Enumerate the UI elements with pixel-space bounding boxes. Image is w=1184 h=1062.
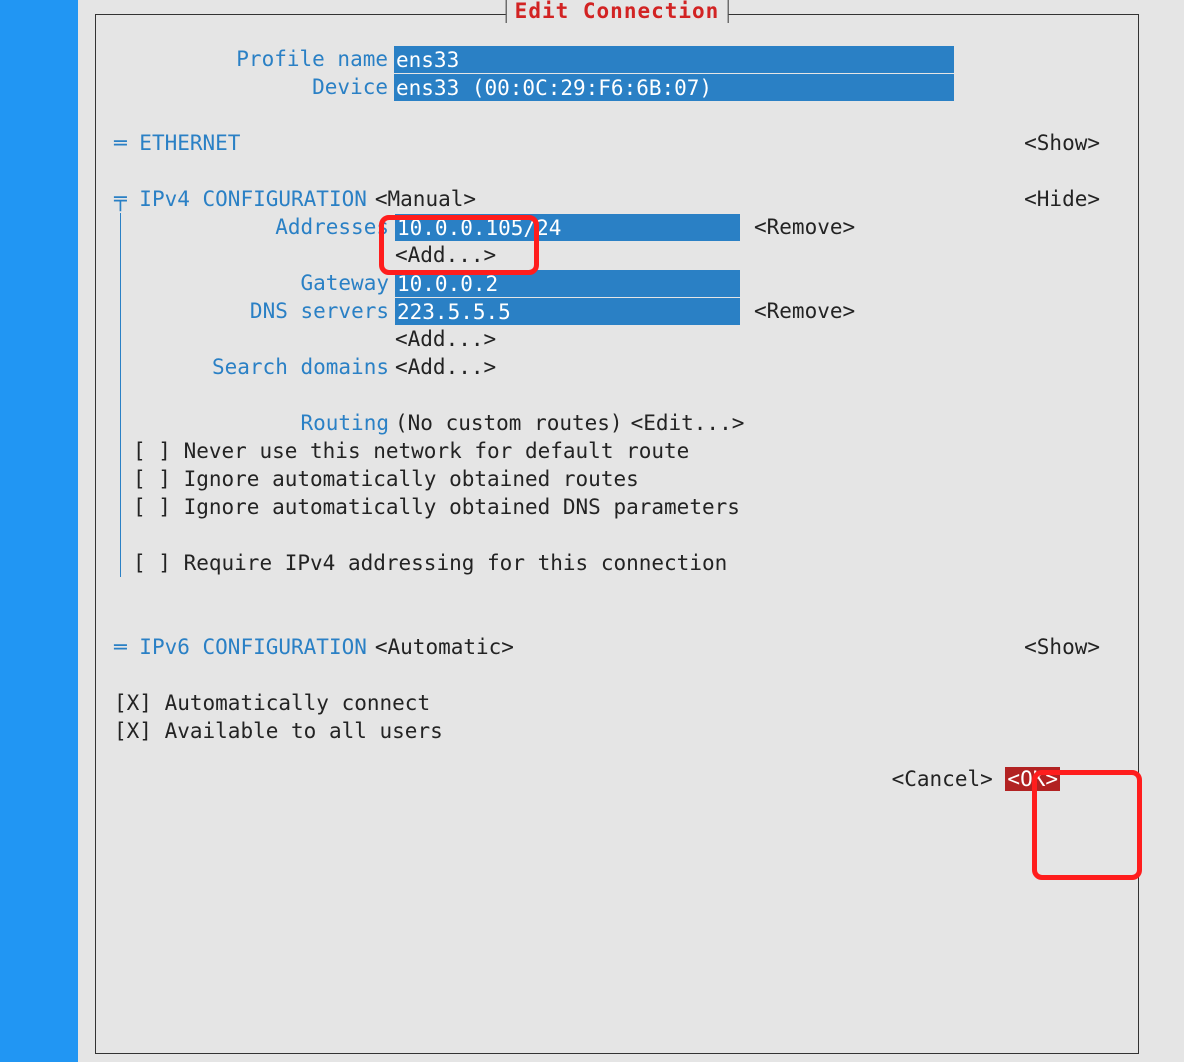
gateway-input[interactable]: 10.0.0.2 bbox=[395, 270, 740, 297]
require-ipv4-checkbox[interactable]: [ ] Require IPv4 addressing for this con… bbox=[133, 549, 1120, 577]
ipv6-expand-icon[interactable]: ═ bbox=[114, 633, 139, 661]
ok-button[interactable]: <OK> bbox=[1005, 767, 1060, 791]
edit-connection-dialog: Edit Connection Profile name ens33 Devic… bbox=[95, 14, 1139, 1054]
device-label: Device bbox=[114, 73, 394, 101]
ipv4-hide-button[interactable]: <Hide> bbox=[1024, 185, 1100, 213]
routing-edit-button[interactable]: <Edit...> bbox=[631, 409, 745, 437]
ignore-dns-checkbox[interactable]: [ ] Ignore automatically obtained DNS pa… bbox=[133, 493, 1120, 521]
ethernet-show-button[interactable]: <Show> bbox=[1024, 129, 1100, 157]
profile-name-label: Profile name bbox=[114, 45, 394, 73]
never-default-route-checkbox[interactable]: [ ] Never use this network for default r… bbox=[133, 437, 1120, 465]
ethernet-heading: ETHERNET bbox=[139, 129, 240, 157]
address-input[interactable]: 10.0.0.105/24 bbox=[395, 214, 740, 241]
ipv4-expand-icon[interactable]: ╤ bbox=[114, 185, 139, 213]
dns-remove-button[interactable]: <Remove> bbox=[754, 297, 855, 325]
gateway-row: Gateway 10.0.0.2 bbox=[133, 269, 1120, 297]
ethernet-section: ═ ETHERNET <Show> bbox=[114, 129, 1120, 157]
gateway-label: Gateway bbox=[133, 269, 395, 297]
profile-name-row: Profile name ens33 bbox=[114, 45, 1120, 73]
ipv4-heading: IPv4 CONFIGURATION bbox=[139, 185, 367, 213]
ipv4-mode-select[interactable]: <Manual> bbox=[375, 185, 476, 213]
address-remove-button[interactable]: <Remove> bbox=[754, 213, 855, 241]
dns-row: DNS servers 223.5.5.5 <Remove> bbox=[133, 297, 1120, 325]
ipv6-section: ═ IPv6 CONFIGURATION <Automatic> <Show> bbox=[114, 633, 1120, 661]
device-input[interactable]: ens33 (00:0C:29:F6:6B:07) bbox=[394, 74, 954, 101]
ipv6-mode-select[interactable]: <Automatic> bbox=[375, 633, 514, 661]
search-domains-add-button[interactable]: <Add...> bbox=[395, 353, 496, 381]
addresses-label: Addresses bbox=[133, 213, 395, 241]
ipv6-show-button[interactable]: <Show> bbox=[1024, 633, 1100, 661]
dns-label: DNS servers bbox=[133, 297, 395, 325]
dns-add-button[interactable]: <Add...> bbox=[395, 325, 496, 353]
profile-name-input[interactable]: ens33 bbox=[394, 46, 954, 73]
address-add-button[interactable]: <Add...> bbox=[395, 241, 496, 269]
dns-input[interactable]: 223.5.5.5 bbox=[395, 298, 740, 325]
routing-status: (No custom routes) bbox=[395, 409, 623, 437]
device-row: Device ens33 (00:0C:29:F6:6B:07) bbox=[114, 73, 1120, 101]
cancel-button[interactable]: <Cancel> bbox=[892, 767, 993, 791]
search-domains-row: Search domains <Add...> bbox=[133, 353, 1120, 381]
addresses-row: Addresses 10.0.0.105/24 <Remove> bbox=[133, 213, 1120, 241]
ignore-routes-checkbox[interactable]: [ ] Ignore automatically obtained routes bbox=[133, 465, 1120, 493]
routing-label: Routing bbox=[133, 409, 395, 437]
routing-row: Routing (No custom routes) <Edit...> bbox=[133, 409, 1120, 437]
search-domains-label: Search domains bbox=[133, 353, 395, 381]
ipv4-section: ╤ IPv4 CONFIGURATION <Manual> <Hide> bbox=[114, 185, 1120, 213]
all-users-checkbox[interactable]: [X] Available to all users bbox=[114, 717, 1120, 745]
autoconnect-checkbox[interactable]: [X] Automatically connect bbox=[114, 689, 1120, 717]
ethernet-expand-icon[interactable]: ═ bbox=[114, 129, 139, 157]
ipv6-heading: IPv6 CONFIGURATION bbox=[139, 633, 367, 661]
